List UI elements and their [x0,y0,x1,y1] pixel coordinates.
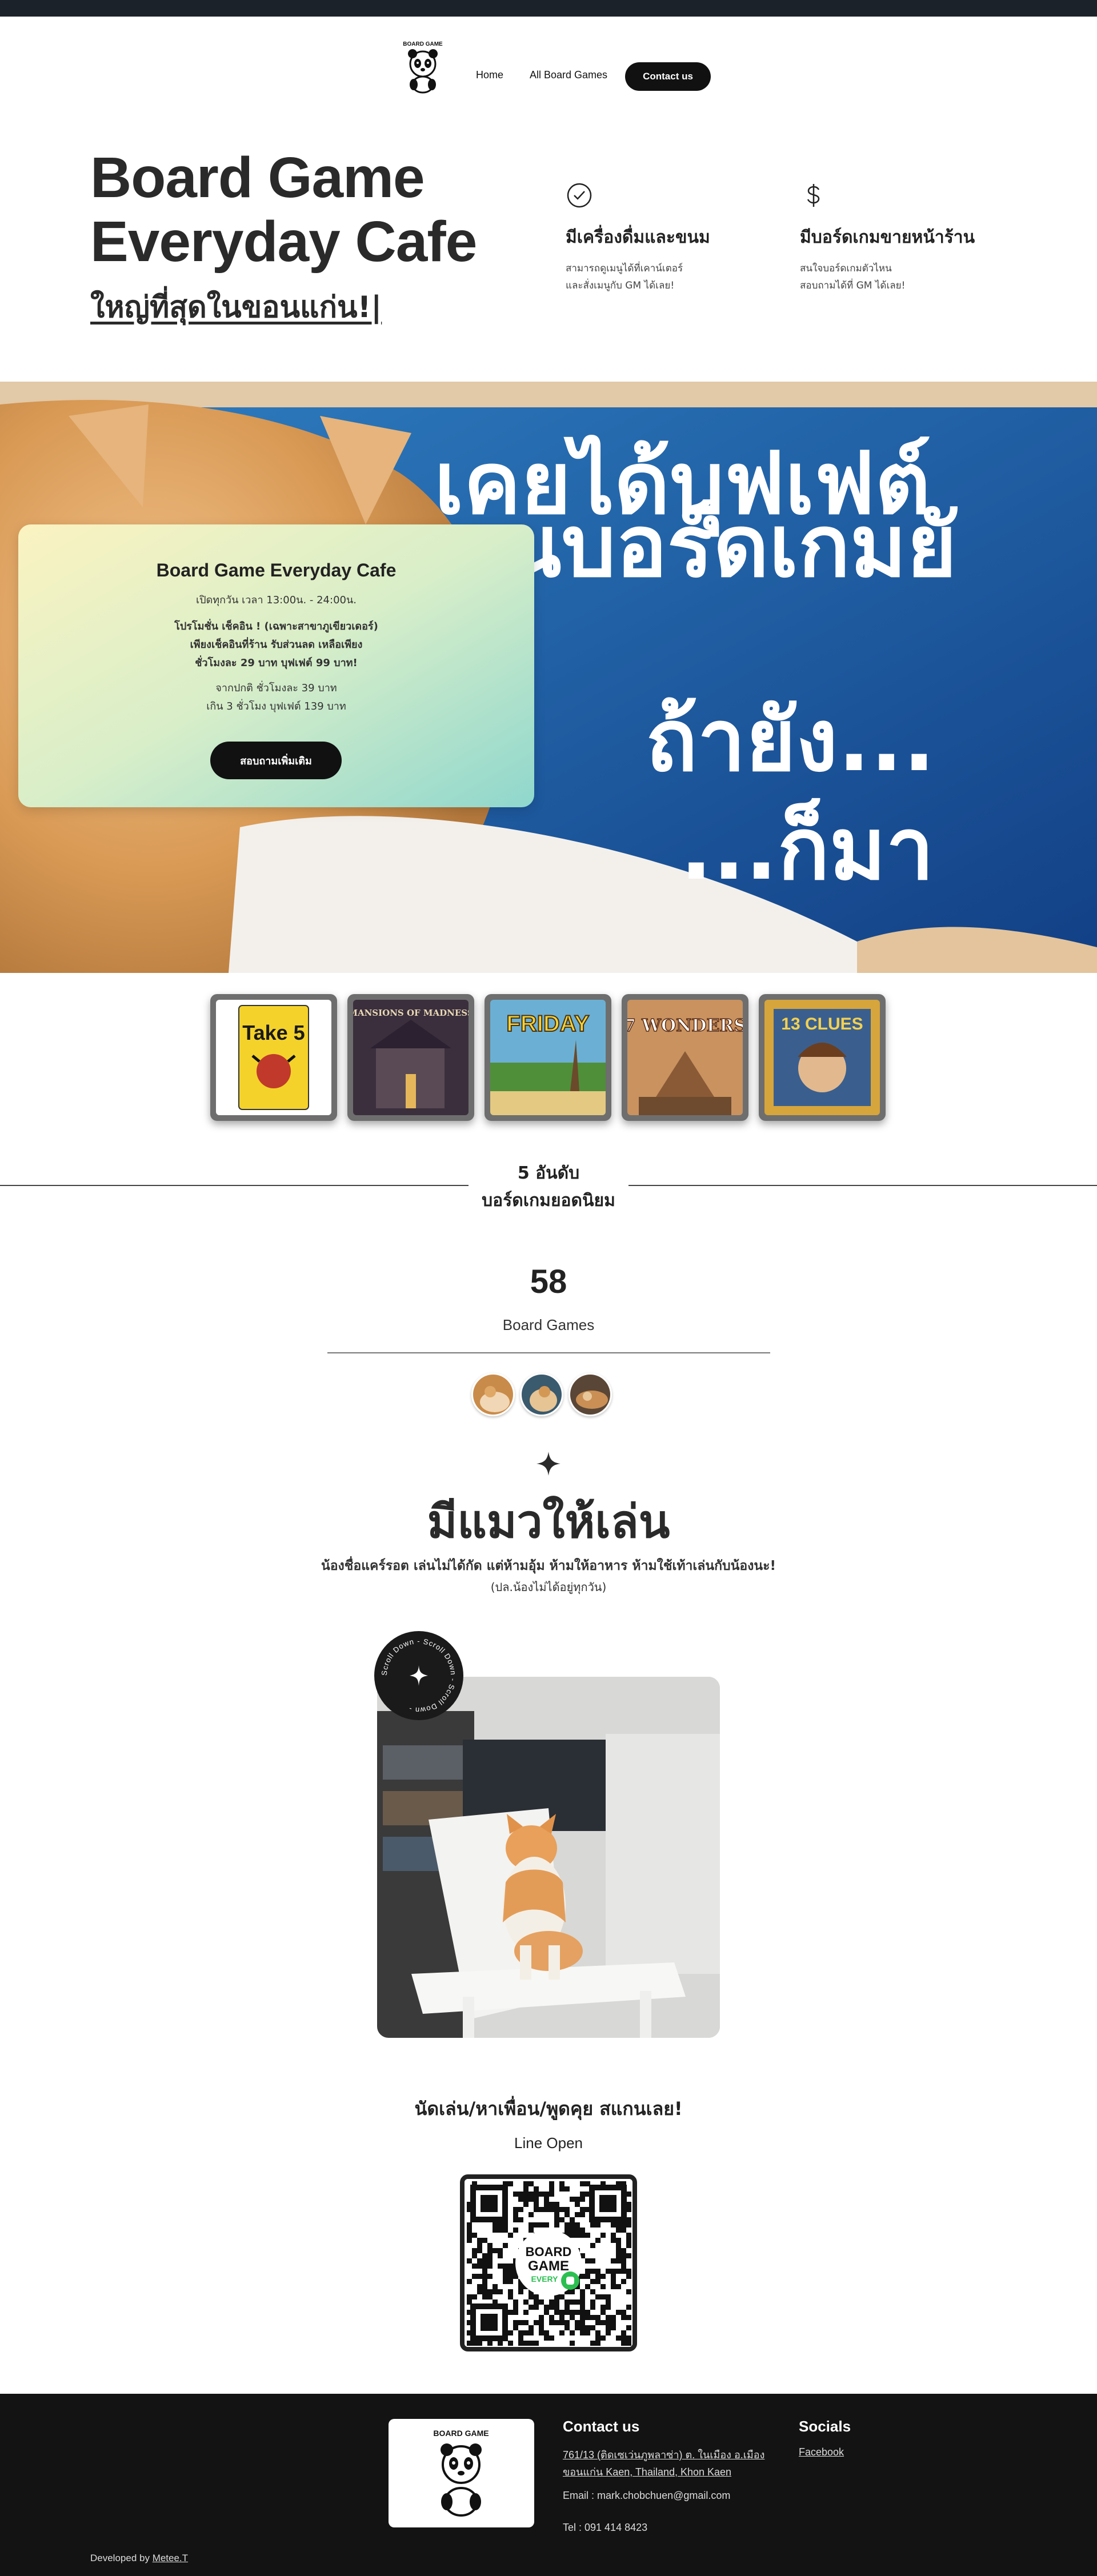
cat-photo-image [377,1677,720,2038]
site-header: BOARD GAME Home All Board Games Contact … [0,17,1097,102]
cat-photo [377,1677,720,2038]
cat-section-title: มีแมวให้เล่น [427,1495,670,1548]
footer-facebook-link[interactable]: Facebook [799,2446,844,2458]
footer-socials-heading: Socials [799,2418,851,2435]
footer-panda-logo: BOARD GAME [389,2419,534,2527]
line-cta-title: นัดเล่น/หาเพื่อน/พูดคุย สแกนเลย! [414,2098,683,2120]
7wonders-cover-image: 7 WONDERS [627,1000,743,1115]
qr-logo-text: GAME [528,2258,569,2274]
game-thumb-13clues[interactable]: 13 CLUES [759,994,886,1121]
game-thumb-7wonders[interactable]: 7 WONDERS [622,994,748,1121]
banner-overlay-line3: ถ้ายัง... [646,691,935,791]
banner-overlay-line2: นบอร์ดเกมยั [503,497,958,596]
game-cover: FRIDAY [490,1000,606,1115]
feature-text-line: สอบถามได้ที่ GM ได้เลย! [800,280,906,291]
feature-shop: มีบอร์ดเกมขายหน้าร้าน สนใจบอร์ดเกมตัวไหน… [800,182,994,294]
qr-logo-text: EVERY [531,2274,559,2283]
sparkle-icon [537,1452,560,1476]
friday-cover-image: FRIDAY [490,1000,606,1115]
footer-email: Email : mark.chobchuen@gmail.com [563,2490,731,2501]
promo-normal-line: จากปกติ ชั่วโมงละ 39 บาท [215,682,337,694]
cat-section-note: (ปล.น้องไม่ได้อยู่ทุกวัน) [490,1580,607,1594]
customer-avatars [471,1373,626,1419]
feature-title: มีเครื่องดื่มและขนม [566,227,710,247]
mansions-cover-image: MANSIONS OF MADNESS [353,1000,469,1115]
game-name: FRIDAY [506,1011,590,1036]
top5-line1: 5 อันดับ [517,1163,580,1183]
dollar-icon [807,184,820,207]
game-cover: MANSIONS OF MADNESS [353,1000,469,1115]
game-thumb-friday[interactable]: FRIDAY [485,994,611,1121]
feature-drinks: มีเครื่องดื่มและขนม สามารถดูเมนูได้ที่เค… [566,182,760,294]
game-thumb-take5[interactable]: Take 5 [210,994,337,1121]
developer-link[interactable]: Metee.T [153,2553,188,2563]
line-qr-code[interactable]: BOARD GAME EVERY [460,2174,637,2351]
feature-title: มีบอร์ดเกมขายหน้าร้าน [800,227,975,247]
promo-offer-line: ชั่วโมงละ 29 บาท บุฟเฟต์ 99 บาท! [195,657,358,669]
check-circle-icon [567,183,592,208]
more-info-button[interactable]: สอบถามเพิ่มเติม [210,742,342,779]
qr-code-image: BOARD GAME EVERY [465,2179,632,2347]
footer-logo-text: BOARD GAME [433,2429,489,2438]
promo-offer: โปรโมชั่น เช็คอิน ! (เฉพาะสาขาภูเขียวเดอ… [18,618,534,672]
promo-offer-line: เพียงเช็คอินที่ร้าน รับส่วนลด เหลือเพียง [190,639,363,651]
scroll-down-icon: Scroll Down - Scroll Down - Scroll Down … [374,1631,463,1720]
avatar [471,1373,515,1416]
section-divider-left [0,1185,469,1186]
game-cover: 13 CLUES [764,1000,880,1115]
promo-title: Board Game Everyday Cafe [156,560,397,580]
developer-prefix: Developed by [90,2553,153,2563]
feature-text-line: และสั่งเมนูกับ GM ได้เลย! [566,280,675,291]
promo-normal-line: เกิน 3 ชั่วโมง บุฟเฟต์ 139 บาท [206,700,346,712]
nav-all-games-link[interactable]: All Board Games [530,69,607,81]
game-cover: 7 WONDERS [627,1000,743,1115]
top5-line2: บอร์ดเกมยอดนิยม [482,1191,615,1211]
game-name: MANSIONS OF MADNESS [353,1008,469,1018]
hero-title-line1: Board Game [90,146,425,210]
top-bar [0,0,1097,17]
game-cover: Take 5 [216,1000,331,1115]
footer-tel: Tel : 091 414 8423 [563,2522,648,2533]
13clues-cover-image: 13 CLUES [764,1000,880,1115]
hero-subtitle: ใหญ่ที่สุดในขอนแก่น!| [90,290,382,324]
line-cta-subtitle: Line Open [514,2134,583,2152]
footer-contact-heading: Contact us [563,2418,640,2435]
take5-cover-image: Take 5 [216,1000,331,1115]
promo-normal-price: จากปกติ ชั่วโมงละ 39 บาท เกิน 3 ชั่วโมง … [18,679,534,716]
panda-logo[interactable]: BOARD GAME [400,37,446,94]
contact-us-button[interactable]: Contact us [625,62,711,91]
footer-developer-credit: Developed by Metee.T [90,2553,188,2564]
feature-text-line: สามารถดูเมนูได้ที่เคาน์เตอร์ [566,263,683,274]
top5-heading: 5 อันดับ บอร์ดเกมยอดนิยม [434,1160,663,1215]
board-game-count-label: Board Games [502,1316,595,1333]
game-thumb-mansions[interactable]: MANSIONS OF MADNESS [347,994,474,1121]
hero-title: Board Game Everyday Cafe [90,146,547,274]
game-name: 13 CLUES [781,1015,863,1033]
panda-logo-icon: BOARD GAME [403,41,443,94]
footer-address-link[interactable]: 761/13 (ติดเซเว่นภูพลาซ่า) ต. ในเมือง อ.… [563,2446,786,2481]
nav-home-link[interactable]: Home [476,69,503,81]
promo-card: Board Game Everyday Cafe เปิดทุกวัน เวลา… [18,524,534,807]
feature-text-line: สนใจบอร์ดเกมตัวไหน [800,263,892,274]
feature-text: สนใจบอร์ดเกมตัวไหน สอบถามได้ที่ GM ได้เล… [800,260,994,294]
stats-divider [327,1352,770,1353]
scroll-down-badge[interactable]: Scroll Down - Scroll Down - Scroll Down … [373,1630,465,1721]
avatar [520,1373,563,1416]
popular-games-row: Take 5 MANSIONS OF MADNESS FRIDAY 7 WOND… [210,994,887,1121]
game-name: Take 5 [242,1021,305,1044]
hero-title-line2: Everyday Cafe [90,210,477,274]
feature-text: สามารถดูเมนูได้ที่เคาน์เตอร์ และสั่งเมนู… [566,260,760,294]
banner-overlay-line4: ...ก็มา [680,798,934,899]
panda-logo-icon: BOARD GAME [433,2429,489,2517]
promo-offer-line: โปรโมชั่น เช็คอิน ! (เฉพาะสาขาภูเขียวเดอ… [174,620,378,632]
site-footer: BOARD GAME Contact us 761/13 (ติดเซเว่นภ… [0,2394,1097,2576]
game-name: 7 WONDERS [627,1016,743,1036]
qr-logo-text: BOARD [526,2245,572,2259]
promo-hours: เปิดทุกวัน เวลา 13:00น. - 24:00น. [195,594,357,606]
section-divider-right [628,1185,1097,1186]
cat-section-text: น้องชื่อแคร์รอต เล่นไม่ได้กัด แต่ห้ามอุ้… [321,1559,776,1573]
logo-text: BOARD GAME [403,41,443,47]
board-game-count: 58 [530,1263,567,1300]
avatar [568,1373,612,1416]
